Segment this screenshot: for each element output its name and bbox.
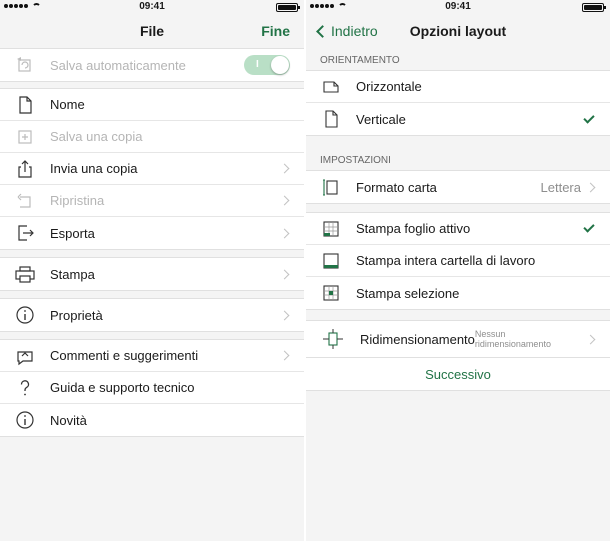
menu-item-esporta[interactable]: Esporta bbox=[0, 217, 304, 249]
print-scope-group: Stampa foglio attivo Stampa intera carte… bbox=[306, 212, 610, 310]
chevron-right-icon bbox=[279, 195, 290, 206]
back-button[interactable]: Indietro bbox=[314, 23, 378, 39]
print-group: Stampa bbox=[0, 257, 304, 291]
menu-item-invia-copia[interactable]: Invia una copia bbox=[0, 153, 304, 185]
page-title: Opzioni layout bbox=[409, 23, 507, 39]
status-bar: 09:41 bbox=[0, 0, 304, 14]
settings-header: IMPOSTAZIONI bbox=[320, 155, 391, 166]
autosave-group: Salva automaticamente bbox=[0, 48, 304, 82]
chevron-right-icon bbox=[279, 310, 290, 320]
page-portrait-icon bbox=[306, 109, 356, 129]
menu-item-nome[interactable]: Nome bbox=[0, 89, 304, 121]
menu-item-proprieta[interactable]: Proprietà bbox=[0, 299, 304, 331]
chevron-right-icon bbox=[279, 269, 290, 279]
battery-icon bbox=[582, 3, 606, 12]
orientation-header: ORIENTAMENTO bbox=[320, 55, 400, 66]
autosave-label: Salva automaticamente bbox=[50, 57, 186, 73]
menu-item-label: Esporta bbox=[50, 225, 95, 241]
autosave-row: Salva automaticamente bbox=[0, 49, 304, 81]
menu-item-label: Guida e supporto tecnico bbox=[50, 380, 195, 395]
option-label: Orizzontale bbox=[356, 79, 422, 94]
menu-item-stampa[interactable]: Stampa bbox=[0, 258, 304, 290]
help-icon bbox=[0, 378, 50, 398]
option-label: Stampa selezione bbox=[356, 285, 460, 301]
document-icon bbox=[0, 95, 50, 115]
paper-group: Formato carta Lettera bbox=[306, 170, 610, 204]
scaling-row[interactable]: Ridimensionamento Nessun ridimensionamen… bbox=[306, 321, 610, 357]
info-icon bbox=[0, 410, 50, 430]
sheet-active-icon bbox=[306, 219, 356, 239]
chevron-right-icon bbox=[585, 334, 596, 344]
option-label: Verticale bbox=[356, 111, 406, 127]
selection-icon bbox=[306, 283, 356, 303]
menu-item-label: Stampa bbox=[50, 266, 95, 282]
option-orizzontale[interactable]: Orizzontale bbox=[306, 71, 610, 103]
menu-item-label: Ripristina bbox=[50, 193, 105, 208]
menu-item-label: Commenti e suggerimenti bbox=[50, 348, 199, 363]
paper-format-value: Lettera bbox=[540, 179, 581, 195]
navbar: Indietro Opzioni layout bbox=[306, 14, 610, 48]
next-button[interactable]: Successivo bbox=[306, 358, 610, 390]
option-verticale[interactable]: Verticale bbox=[306, 103, 610, 135]
orientation-group: Orizzontale Verticale bbox=[306, 70, 610, 136]
status-bar: 09:41 bbox=[306, 0, 610, 14]
menu-item-commenti[interactable]: Commenti e suggerimenti bbox=[0, 340, 304, 372]
scaling-value: Nessun ridimensionamento bbox=[474, 329, 551, 349]
save-copy-icon bbox=[0, 127, 50, 147]
printer-icon bbox=[0, 264, 50, 284]
menu-item-label: Invia una copia bbox=[50, 161, 138, 176]
chevron-right-icon bbox=[279, 350, 290, 361]
support-group: Commenti e suggerimenti Guida e supporto… bbox=[0, 339, 304, 437]
scaling-icon bbox=[306, 328, 360, 350]
navbar: File Fine bbox=[0, 14, 304, 48]
menu-item-ripristina[interactable]: Ripristina bbox=[0, 185, 304, 217]
export-icon bbox=[0, 223, 50, 243]
chevron-right-icon bbox=[585, 182, 596, 192]
properties-group: Proprietà bbox=[0, 298, 304, 332]
paper-format-row[interactable]: Formato carta Lettera bbox=[306, 171, 610, 203]
option-stampa-selezione[interactable]: Stampa selezione bbox=[306, 277, 610, 309]
chevron-right-icon bbox=[279, 228, 290, 238]
menu-item-label: Proprietà bbox=[50, 307, 103, 323]
back-label: Indietro bbox=[331, 23, 378, 39]
file-actions-group: Nome Salva una copia Invia una copia Rip… bbox=[0, 88, 304, 250]
menu-item-label: Nome bbox=[50, 97, 85, 112]
properties-icon bbox=[0, 305, 50, 325]
option-stampa-foglio-attivo[interactable]: Stampa foglio attivo bbox=[306, 213, 610, 245]
layout-options-panel: 09:41 Indietro Opzioni layout ORIENTAMEN… bbox=[306, 0, 610, 541]
workbook-icon bbox=[306, 251, 356, 271]
next-group: Successivo bbox=[306, 358, 610, 391]
battery-icon bbox=[276, 3, 300, 12]
page-landscape-icon bbox=[306, 77, 356, 97]
done-button[interactable]: Fine bbox=[261, 23, 290, 39]
menu-item-label: Salva una copia bbox=[50, 129, 143, 144]
paper-format-label: Formato carta bbox=[356, 179, 437, 195]
share-icon bbox=[0, 159, 50, 179]
chevron-left-icon bbox=[316, 24, 329, 38]
menu-item-label: Novità bbox=[50, 412, 87, 428]
menu-item-salva-copia[interactable]: Salva una copia bbox=[0, 121, 304, 153]
feedback-icon bbox=[0, 346, 50, 366]
chevron-right-icon bbox=[279, 163, 290, 174]
option-stampa-intera-cartella[interactable]: Stampa intera cartella di lavoro bbox=[306, 245, 610, 277]
page-title: File bbox=[139, 23, 165, 39]
autosave-toggle[interactable] bbox=[244, 55, 290, 75]
status-time: 09:41 bbox=[445, 1, 471, 12]
paper-format-icon bbox=[306, 177, 356, 197]
restore-icon bbox=[0, 191, 50, 211]
toggle-knob bbox=[271, 56, 289, 74]
scaling-group: Ridimensionamento Nessun ridimensionamen… bbox=[306, 320, 610, 358]
option-label: Stampa foglio attivo bbox=[356, 221, 471, 236]
autosave-icon bbox=[0, 55, 50, 75]
file-panel: 09:41 File Fine Salva automaticamente No… bbox=[0, 0, 304, 541]
option-label: Stampa intera cartella di lavoro bbox=[356, 253, 536, 268]
menu-item-novita[interactable]: Novità bbox=[0, 404, 304, 436]
status-time: 09:41 bbox=[139, 1, 165, 12]
scaling-label: Ridimensionamento bbox=[360, 331, 475, 347]
menu-item-guida[interactable]: Guida e supporto tecnico bbox=[0, 372, 304, 404]
